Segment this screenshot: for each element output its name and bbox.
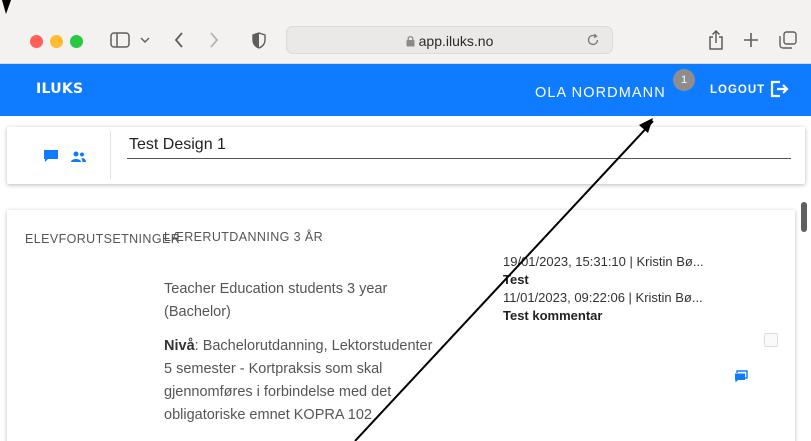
comment-meta: 19/01/2023, 15:31:10 | Kristin Bø... (503, 254, 704, 269)
select-checkbox[interactable] (764, 333, 778, 347)
section-heading: LÆRERUTDANNING 3 ÅR (164, 230, 324, 244)
section-description: Teacher Education students 3 year (Bache… (164, 281, 388, 320)
shield-icon[interactable] (250, 28, 268, 52)
sidebar-toggle-icon[interactable] (108, 28, 132, 52)
browser-toolbar: app.iluks.no (0, 0, 811, 64)
share-icon[interactable] (706, 28, 726, 52)
app-window: app.iluks.no ILUKS OLA NORDMANN LOGOUT 1 (0, 0, 811, 441)
reload-icon[interactable] (586, 33, 600, 52)
forward-arrow-icon[interactable] (205, 28, 223, 52)
app-logo[interactable]: ILUKS (36, 81, 83, 97)
new-tab-icon[interactable] (741, 28, 761, 52)
scrollbar-thumb[interactable] (801, 202, 807, 232)
url-text: app.iluks.no (418, 33, 494, 49)
comment-icon[interactable] (43, 149, 59, 168)
logout-button[interactable]: LOGOUT (710, 84, 765, 96)
back-arrow-icon[interactable] (170, 28, 188, 52)
chevron-down-icon[interactable] (138, 28, 152, 52)
lock-icon (406, 34, 415, 50)
comment-text: Test kommentar (503, 308, 603, 323)
users-icon[interactable] (70, 150, 87, 168)
divider (110, 131, 111, 179)
level-text: : Bachelorutdanning, Lektorstudenter 5 s… (164, 338, 433, 423)
notification-badge[interactable]: 1 (673, 69, 695, 91)
address-bar[interactable]: app.iluks.no (286, 26, 613, 54)
comment-text: Test (503, 272, 529, 287)
close-window-button[interactable] (30, 35, 43, 48)
design-header-card (7, 127, 805, 184)
comment-item[interactable]: 19/01/2023, 15:31:10 | Kristin Bø... Tes… (503, 254, 733, 287)
comment-item[interactable]: 11/01/2023, 09:22:06 | Kristin Bø... Tes… (503, 290, 733, 323)
level-label: Nivå (164, 338, 195, 354)
student-prerequisites-card: ELEVFORUTSETNINGER LÆRERUTDANNING 3 ÅR T… (7, 210, 795, 441)
design-title-input[interactable] (127, 133, 791, 159)
add-comment-icon[interactable] (734, 370, 748, 388)
zoom-window-button[interactable] (70, 35, 83, 48)
section-level: Nivå: Bachelorutdanning, Lektorstudenter… (164, 335, 434, 427)
logout-icon[interactable] (770, 80, 790, 103)
comment-meta: 11/01/2023, 09:22:06 | Kristin Bø... (503, 290, 703, 305)
section-label: ELEVFORUTSETNINGER (25, 232, 181, 246)
user-name[interactable]: OLA NORDMANN (535, 85, 666, 101)
tab-overview-icon[interactable] (778, 28, 798, 52)
minimize-window-button[interactable] (50, 35, 63, 48)
